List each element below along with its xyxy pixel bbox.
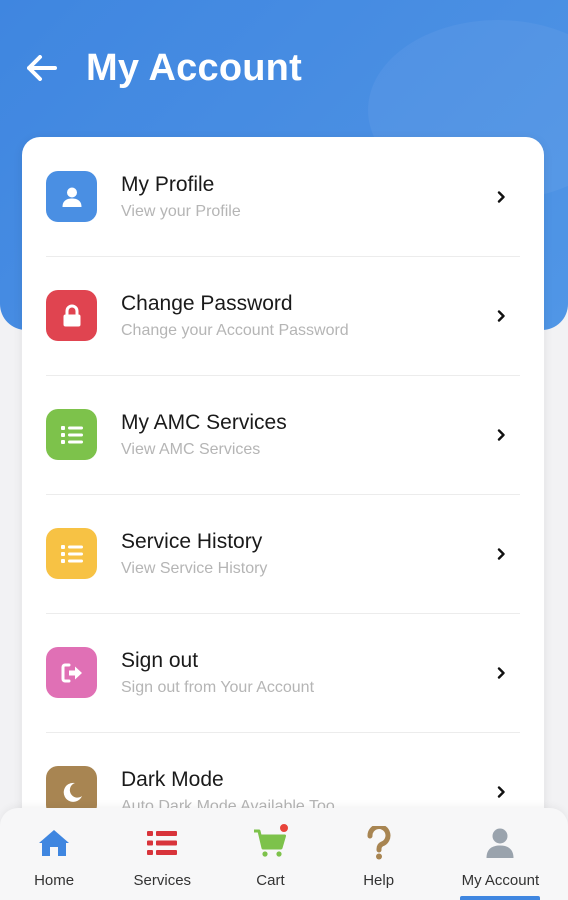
menu-item-service-history[interactable]: Service History View Service History [22,494,544,613]
nav-label: Help [363,872,395,889]
chevron-right-icon [494,190,508,204]
nav-item-services[interactable]: Services [108,808,216,900]
chevron-right-icon [494,309,508,323]
menu-item-subtitle: View AMC Services [121,440,261,458]
list-icon [46,528,97,579]
menu-item-subtitle: Sign out from Your Account [121,678,315,696]
user-icon [483,826,517,860]
menu-item-change-password[interactable]: Change Password Change your Account Pass… [22,256,544,375]
menu-item-my-amc-services[interactable]: My AMC Services View AMC Services [22,375,544,494]
menu-item-title: Sign out [121,648,199,672]
back-button[interactable] [26,52,58,84]
menu-item-sign-out[interactable]: Sign out Sign out from Your Account [22,613,544,732]
menu-item-subtitle: View your Profile [121,202,241,220]
chevron-right-icon [494,785,508,799]
chevron-right-icon [494,666,508,680]
bottom-navigation: Home Services Cart Help My Account [0,808,568,900]
list-icon [145,826,179,860]
user-icon [46,171,97,222]
menu-item-my-profile[interactable]: My Profile View your Profile [22,137,544,256]
arrow-left-icon [27,55,57,81]
nav-label: Services [133,872,192,889]
nav-label: Cart [256,872,285,889]
nav-label: Home [34,872,75,889]
nav-item-help[interactable]: Help [325,808,433,900]
sign-out-icon [46,647,97,698]
menu-item-subtitle: Change your Account Password [121,321,349,339]
menu-item-title: Change Password [121,291,293,315]
chevron-right-icon [494,428,508,442]
active-tab-indicator [460,896,541,900]
menu-item-subtitle: View Service History [121,559,268,577]
top-bar: My Account [0,0,568,136]
nav-item-home[interactable]: Home [0,808,108,900]
cart-icon [253,823,290,860]
menu-item-title: My AMC Services [121,410,287,434]
home-icon [37,826,71,860]
question-icon [362,826,396,860]
menu-item-title: Dark Mode [121,767,224,791]
account-menu-card: My Profile View your Profile Change Pass… [22,137,544,837]
lock-icon [46,290,97,341]
menu-item-title: Service History [121,529,263,553]
page-title: My Account [86,46,302,89]
menu-item-title: My Profile [121,172,215,196]
cart-badge-dot [279,823,290,833]
nav-item-my-account[interactable]: My Account [433,808,568,900]
nav-label: My Account [461,872,540,889]
nav-item-cart[interactable]: Cart [216,808,324,900]
chevron-right-icon [494,547,508,561]
list-icon [46,409,97,460]
